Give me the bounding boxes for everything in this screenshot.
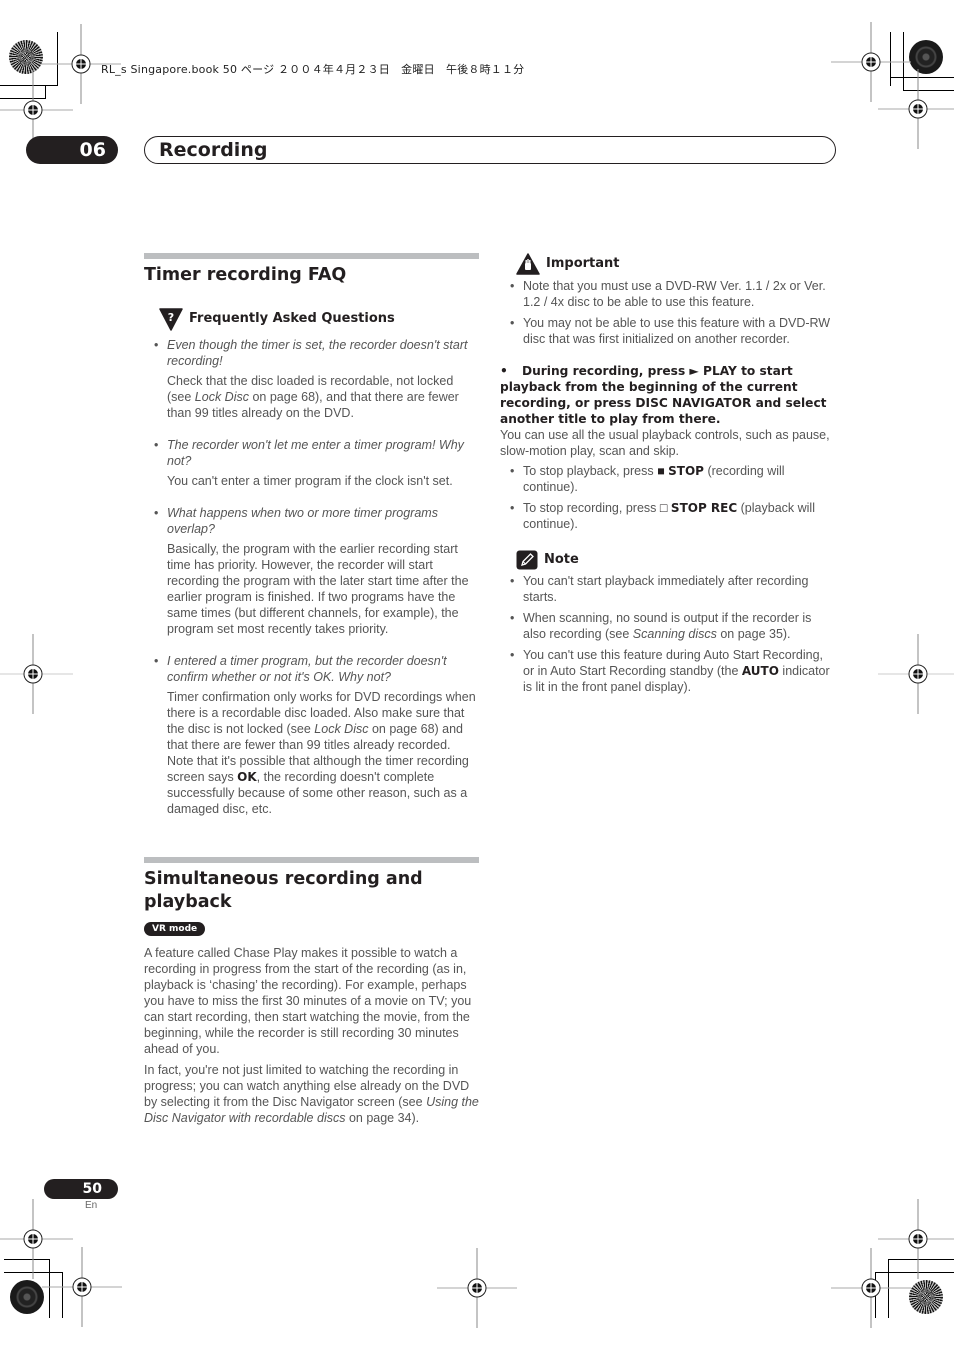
note-list: You can't start playback immediately aft… [500,573,835,695]
simultaneous-paragraph: In fact, you're not just limited to watc… [144,1062,479,1126]
cross-reference-link: Lock Disc [314,722,369,736]
step-sub-item: To stop playback, press ■ STOP (recordin… [500,463,835,495]
faq-item: What happens when two or more timer prog… [144,505,479,637]
faq-question-icon: ? [159,308,183,331]
important-callout-heading: Important [516,253,835,275]
auto-indicator-label: AUTO [741,664,779,678]
faq-item: Even though the timer is set, the record… [144,337,479,421]
note-item: You can't start playback immediately aft… [500,573,835,605]
stop-icon: ■ [657,464,665,478]
note-callout-label: Note [544,552,579,567]
faq-callout-heading: ? Frequently Asked Questions [159,307,479,331]
note-pencil-icon [516,550,538,570]
warning-hand-icon [516,253,540,275]
faq-item: The recorder won't let me enter a timer … [144,437,479,489]
registration-mark-icon [878,69,954,149]
paragraph-text: In fact, you're not just limited to watc… [144,1063,470,1109]
chapter-number-tab: 06 [26,136,118,164]
step-text: During recording, press ► PLAY to start … [500,364,827,426]
step-sub-item: To stop recording, press □ STOP REC (pla… [500,500,835,532]
chapter-title: Recording [159,139,268,161]
simultaneous-paragraph: A feature called Chase Play makes it pos… [144,946,472,1056]
section-title-timer-faq: Timer recording FAQ [144,265,347,285]
left-column: Timer recording FAQ ? Frequently Asked Q… [144,253,479,1126]
note-item: When scanning, no sound is output if the… [500,610,835,642]
note-callout-heading: Note [516,550,835,570]
faq-question: I entered a timer program, but the recor… [167,654,447,684]
step-sub-list: To stop playback, press ■ STOP (recordin… [500,463,835,532]
chapter-title-box: Recording [144,136,836,164]
faq-answer: Basically, the program with the earlier … [167,542,469,636]
stop-rec-icon: □ [659,501,668,515]
faq-answer: Check that the disc loaded is recordable… [167,373,479,421]
stop-rec-key-label: STOP REC [670,501,738,515]
right-column: Important Note that you must use a DVD-R… [500,253,835,695]
note-text: on page 35). [716,627,791,641]
print-disc-mark-bottom-left [10,1280,44,1314]
step-description: You can use all the usual playback contr… [500,428,830,458]
print-disc-mark-bottom-right [909,1280,943,1314]
faq-answer: You can't enter a timer program if the c… [167,474,453,488]
instruction-step: • During recording, press ► PLAY to start… [500,363,835,427]
important-list: Note that you must use a DVD-RW Ver. 1.1… [500,278,835,347]
registration-mark-icon [437,1248,517,1328]
faq-answer: Timer confirmation only works for DVD re… [167,689,479,817]
vr-mode-badge: VR mode [144,922,206,936]
faq-question: Even though the timer is set, the record… [167,338,468,368]
faq-question: The recorder won't let me enter a timer … [167,438,464,468]
print-slug: RL_s Singapore.book 50 ページ ２００４年４月２３日 金曜… [101,63,525,76]
badge-row: VR mode [144,919,479,936]
registration-mark-icon [42,1247,122,1327]
important-item: You may not be able to use this feature … [500,315,835,347]
section-divider [144,253,479,259]
paragraph-text: on page 34). [345,1111,420,1125]
cross-reference-link: Lock Disc [194,390,249,404]
registration-mark-icon [878,634,954,714]
section-divider [144,857,479,863]
important-callout-label: Important [546,256,620,271]
print-disc-mark-top-left [9,40,43,74]
registration-mark-icon [0,634,73,714]
page-language: En [85,1200,98,1211]
stop-key-label: STOP [668,464,704,478]
faq-question: What happens when two or more timer prog… [167,506,438,536]
section-title-simultaneous: Simultaneous recording and playback [144,869,423,912]
faq-item: I entered a timer program, but the recor… [144,653,479,817]
sub-item-text: To stop recording, press [523,501,660,515]
faq-callout-label: Frequently Asked Questions [189,311,395,326]
svg-text:?: ? [168,311,174,324]
cross-reference-link: Scanning discs [632,627,717,641]
step-bullet: • [500,364,508,378]
ok-label: OK [237,770,257,784]
page-number: 50 [44,1179,118,1199]
faq-list: Even though the timer is set, the record… [144,337,479,817]
note-item: You can't use this feature during Auto S… [500,647,835,695]
sub-item-text: To stop playback, press [523,464,658,478]
important-item: Note that you must use a DVD-RW Ver. 1.1… [500,278,835,310]
registration-mark-icon [878,1199,954,1279]
